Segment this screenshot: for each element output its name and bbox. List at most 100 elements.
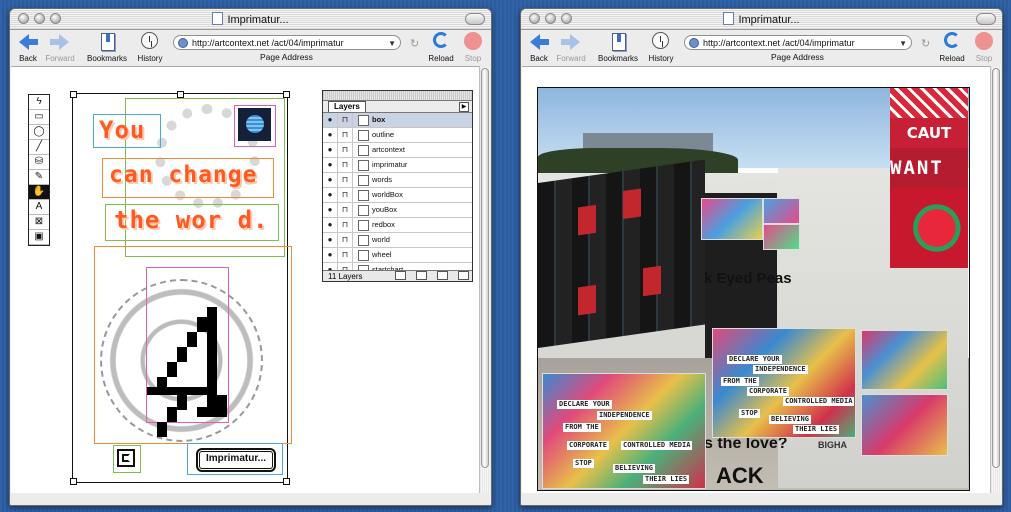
layer-row[interactable]: ● ⊓ artcontext: [323, 143, 472, 158]
layers-panel-titlebar[interactable]: [323, 91, 472, 101]
forward-button[interactable]: Forward: [555, 32, 587, 63]
layer-row[interactable]: ● ⊓ outline: [323, 128, 472, 143]
layer-options-icon[interactable]: [458, 271, 470, 280]
title-bar[interactable]: Imprimatur...: [10, 9, 491, 30]
lock-icon[interactable]: ⊓: [338, 173, 353, 187]
arrow-cursor-graphic[interactable]: [147, 307, 237, 447]
selection-handle[interactable]: [283, 91, 290, 98]
eye-icon[interactable]: ●: [323, 113, 338, 127]
lock-icon[interactable]: ⊓: [338, 143, 353, 157]
word-can-change[interactable]: can change: [109, 162, 257, 188]
refresh-small-icon[interactable]: ↻: [410, 37, 419, 50]
lock-icon[interactable]: ⊓: [338, 218, 353, 232]
layer-name: box: [372, 115, 386, 124]
eye-icon[interactable]: ●: [323, 233, 338, 247]
lock-icon[interactable]: ⊓: [338, 233, 353, 247]
layer-thumbnail: [358, 175, 369, 186]
save-tool[interactable]: ▣: [29, 230, 49, 245]
line-tool[interactable]: ╱: [29, 140, 49, 155]
eye-icon[interactable]: ●: [323, 203, 338, 217]
new-group-icon[interactable]: [394, 271, 406, 280]
lock-icon[interactable]: ⊓: [338, 248, 353, 262]
globe-image[interactable]: [238, 108, 271, 141]
title-bar[interactable]: Imprimatur...: [521, 9, 1002, 30]
new-layer-icon[interactable]: [416, 271, 428, 280]
artcontext-logo-icon[interactable]: [117, 449, 135, 467]
tab-layers[interactable]: Layers: [328, 101, 366, 112]
layer-row[interactable]: ● ⊓ world: [323, 233, 472, 248]
selection-handle[interactable]: [70, 478, 77, 485]
selection-handle[interactable]: [70, 91, 77, 98]
chevron-down-icon[interactable]: ▼: [899, 36, 907, 51]
eye-icon[interactable]: ●: [323, 158, 338, 172]
bucket-tool[interactable]: ⛁: [29, 155, 49, 170]
tool-palette: ϟ ▭ ◯ ╱ ⛁ ✎ ✋ A ⊠ ▣: [28, 94, 50, 246]
selection-handle[interactable]: [177, 91, 184, 98]
reload-button[interactable]: Reload: [426, 32, 456, 63]
page-content: ϟ ▭ ◯ ╱ ⛁ ✎ ✋ A ⊠ ▣ You can change the wor d.: [11, 66, 479, 493]
layer-row[interactable]: ● ⊓ words: [323, 173, 472, 188]
eye-icon[interactable]: ●: [323, 143, 338, 157]
eye-icon[interactable]: ●: [323, 248, 338, 262]
vertical-scrollbar[interactable]: [479, 66, 491, 493]
reload-icon: [944, 32, 960, 48]
back-arrow-icon: [530, 34, 549, 50]
crossbox-tool[interactable]: ⊠: [29, 215, 49, 230]
lock-icon[interactable]: ⊓: [338, 203, 353, 217]
artboard[interactable]: You can change the wor d. Imprimatur...: [70, 91, 292, 485]
word-the-world[interactable]: the wor d.: [114, 206, 269, 234]
toolbar-toggle-button[interactable]: [976, 13, 996, 25]
bookmarks-icon: [612, 33, 626, 51]
globe-icon: [689, 38, 699, 48]
lock-icon[interactable]: ⊓: [338, 113, 353, 127]
imprimatur-button[interactable]: Imprimatur...: [196, 448, 276, 472]
layer-row[interactable]: ● ⊓ worldBox: [323, 188, 472, 203]
bookmarks-button[interactable]: Bookmarks: [84, 32, 130, 63]
vertical-scrollbar[interactable]: [990, 66, 1002, 493]
pencil-tool[interactable]: ✎: [29, 170, 49, 185]
eye-icon[interactable]: ●: [323, 173, 338, 187]
lock-icon[interactable]: ⊓: [338, 158, 353, 172]
chevron-down-icon[interactable]: ▼: [388, 36, 396, 51]
trash-icon[interactable]: [437, 271, 449, 280]
eye-icon[interactable]: ●: [323, 218, 338, 232]
ellipse-tool[interactable]: ◯: [29, 125, 49, 140]
history-button[interactable]: History: [134, 32, 166, 63]
lightning-tool[interactable]: ϟ: [29, 95, 49, 110]
layer-row[interactable]: ● ⊓ box: [323, 113, 472, 128]
lock-icon[interactable]: ⊓: [338, 188, 353, 202]
lock-icon[interactable]: ⊓: [338, 128, 353, 142]
layer-row[interactable]: ● ⊓ youBox: [323, 203, 472, 218]
eye-icon[interactable]: ●: [323, 128, 338, 142]
layer-name: world: [372, 235, 390, 244]
selection-handle[interactable]: [283, 478, 290, 485]
scrollbar-thumb[interactable]: [992, 68, 1000, 468]
toolbar-toggle-button[interactable]: [465, 13, 485, 25]
layer-row[interactable]: ● ⊓ redbox: [323, 218, 472, 233]
collage-sticker-small: [763, 198, 800, 224]
stop-button[interactable]: Stop: [972, 32, 996, 63]
panel-menu-icon[interactable]: ▶: [459, 102, 469, 112]
bookmarks-button[interactable]: Bookmarks: [595, 32, 641, 63]
layer-row[interactable]: ● ⊓ wheel: [323, 248, 472, 263]
word-you[interactable]: You: [99, 116, 145, 144]
scrollbar-thumb[interactable]: [481, 68, 489, 468]
eye-icon[interactable]: ●: [323, 188, 338, 202]
forward-button[interactable]: Forward: [44, 32, 76, 63]
reload-button[interactable]: Reload: [937, 32, 967, 63]
hand-tool[interactable]: ✋: [29, 185, 49, 200]
window-title: Imprimatur...: [10, 12, 491, 26]
back-button[interactable]: Back: [527, 32, 551, 63]
address-field[interactable]: http://artcontext.net /act/04/imprimatur…: [684, 35, 912, 50]
rectangle-tool[interactable]: ▭: [29, 110, 49, 125]
layer-row[interactable]: ● ⊓ imprimatur: [323, 158, 472, 173]
browser-window-editor: Imprimatur... Back Forward Bookmarks His…: [9, 8, 492, 506]
address-field[interactable]: http://artcontext.net /act/04/imprimatur…: [173, 35, 401, 50]
clock-icon: [141, 32, 158, 49]
collage-sticker-medium: [861, 330, 948, 390]
back-button[interactable]: Back: [16, 32, 40, 63]
stop-button[interactable]: Stop: [461, 32, 485, 63]
history-button[interactable]: History: [645, 32, 677, 63]
text-tool[interactable]: A: [29, 200, 49, 215]
refresh-small-icon[interactable]: ↻: [921, 37, 930, 50]
